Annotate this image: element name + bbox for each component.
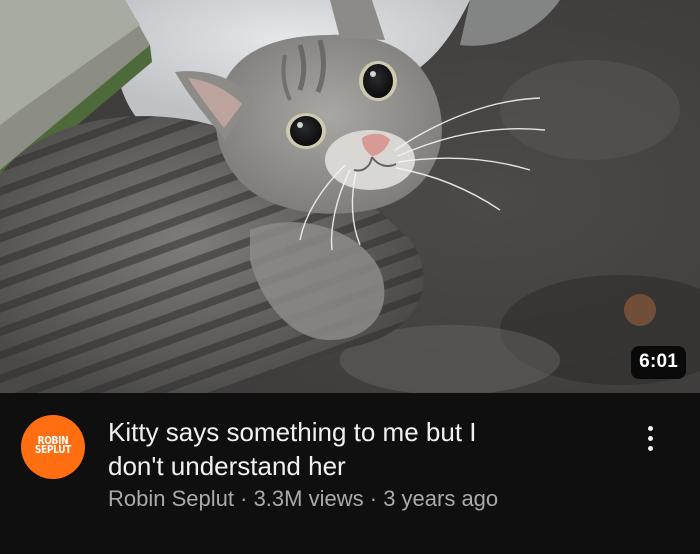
more-dot xyxy=(647,425,653,431)
video-thumbnail[interactable]: 6:01 xyxy=(0,0,700,393)
more-dot xyxy=(647,435,653,441)
more-dot xyxy=(647,445,653,451)
byline-separator: · xyxy=(240,486,248,511)
upload-age: 3 years ago xyxy=(383,486,499,511)
byline-separator: · xyxy=(369,486,378,511)
video-title[interactable]: Kitty says something to me but I don't u… xyxy=(108,415,588,483)
more-vertical-icon[interactable] xyxy=(632,418,668,458)
view-count: 3.3M views xyxy=(253,486,364,511)
video-duration-badge: 6:01 xyxy=(631,346,686,379)
channel-name[interactable]: Robin Seplut xyxy=(108,486,234,511)
video-title-line2: don't understand her xyxy=(108,451,346,481)
video-byline: Robin Seplut · 3.3M views · 3 years ago xyxy=(108,484,498,514)
avatar-logo-text-line2: SEPLUT xyxy=(34,445,72,457)
channel-avatar[interactable]: ROBIN SEPLUT xyxy=(21,415,85,479)
video-title-line1: Kitty says something to me but I xyxy=(108,417,477,447)
cat-photo xyxy=(0,0,700,393)
